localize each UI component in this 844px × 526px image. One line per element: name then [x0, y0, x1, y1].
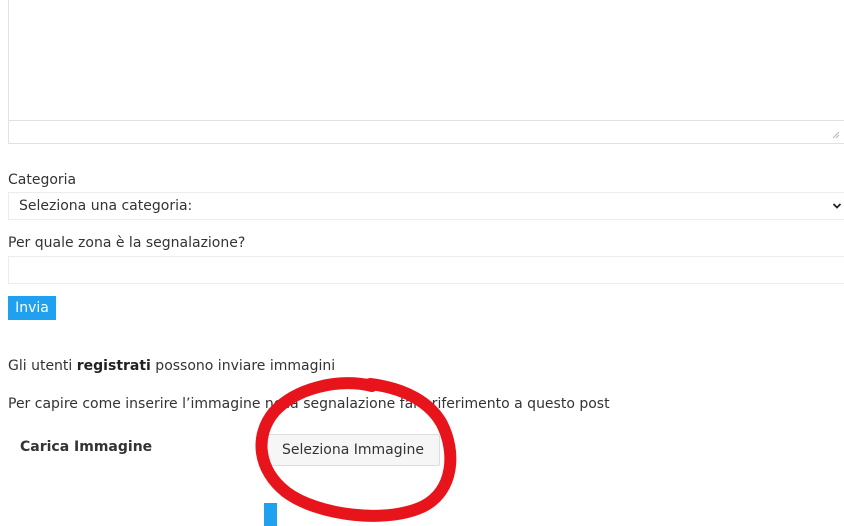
message-textarea[interactable] [8, 0, 844, 144]
zone-label: Per quale zona è la segnalazione? [8, 235, 246, 251]
submit-button[interactable]: Invia [8, 296, 56, 320]
category-select-value: Seleziona una categoria: [19, 198, 193, 214]
textarea-footer-divider [9, 120, 844, 121]
notice-suffix: possono inviare immagini [150, 358, 336, 374]
resize-grip-icon[interactable] [832, 131, 840, 139]
category-label: Categoria [8, 172, 77, 188]
registered-users-notice: Gli utenti registrati possono inviare im… [8, 358, 335, 374]
category-select[interactable]: Seleziona una categoria: [8, 192, 844, 220]
notice-prefix: Gli utenti [8, 358, 77, 374]
upload-progress-bar [264, 503, 277, 526]
upload-help-text: Per capire come inserire l’immagine nell… [8, 396, 610, 412]
upload-label: Carica Immagine [20, 439, 153, 455]
select-image-button[interactable]: Seleziona Immagine [266, 434, 440, 466]
zone-input[interactable] [8, 256, 844, 284]
chevron-down-icon [832, 203, 842, 209]
notice-bold: registrati [76, 358, 151, 374]
